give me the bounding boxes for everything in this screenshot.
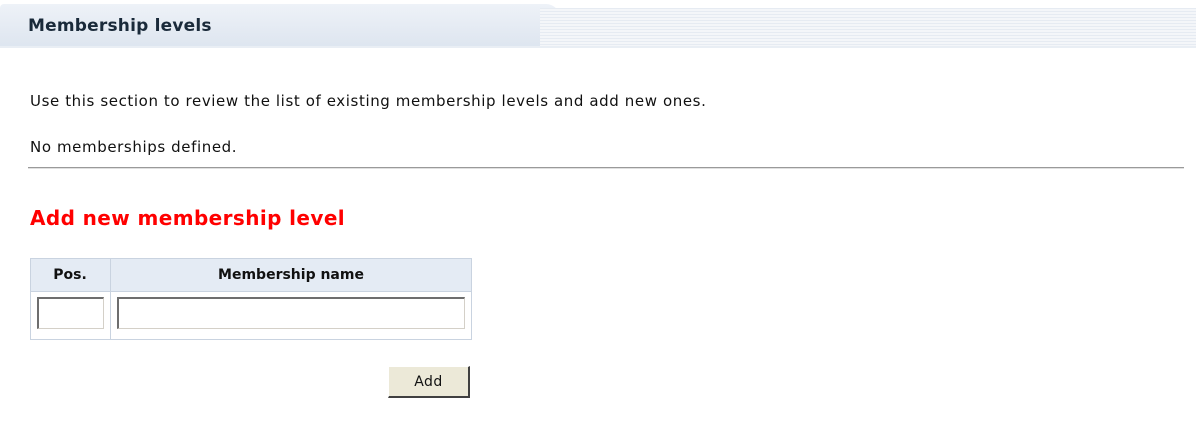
add-button[interactable]: Add — [388, 366, 470, 398]
table-header-row: Pos. Membership name — [31, 259, 471, 292]
header-decoration — [540, 8, 1196, 48]
section-divider — [28, 167, 1184, 169]
column-header-membership-name: Membership name — [218, 267, 364, 283]
add-section-title: Add new membership level — [30, 206, 346, 230]
membership-name-input[interactable] — [117, 297, 465, 329]
empty-state-text: No memberships defined. — [30, 138, 238, 156]
add-membership-table: Pos. Membership name — [30, 258, 472, 340]
header-underline — [0, 46, 1196, 48]
panel-header: Membership levels — [0, 0, 1196, 48]
intro-text: Use this section to review the list of e… — [30, 92, 707, 110]
pos-input[interactable] — [37, 297, 104, 329]
column-header-pos: Pos. — [53, 267, 87, 283]
membership-levels-panel: Membership levels Use this section to re… — [0, 0, 1196, 439]
column-separator — [110, 259, 111, 339]
page-title: Membership levels — [28, 16, 212, 36]
